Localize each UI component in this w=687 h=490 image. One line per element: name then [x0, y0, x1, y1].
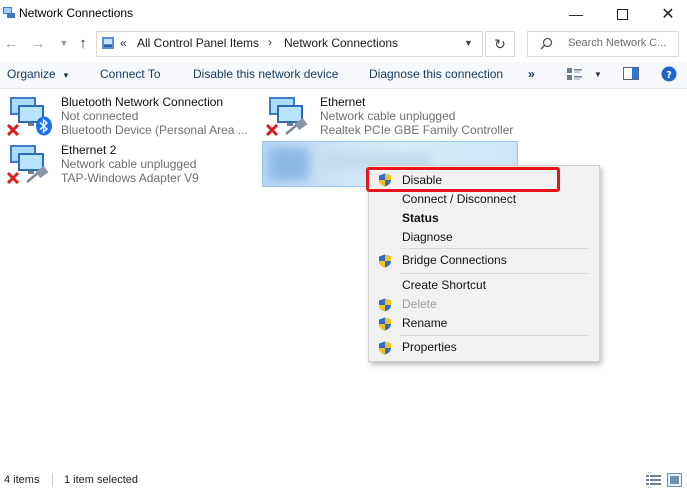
connection-status: Network cable unplugged: [320, 109, 456, 123]
connection-item-ethernet[interactable]: Ethernet Network cable unplugged Realtek…: [263, 92, 523, 138]
selection-count: 1 item selected: [64, 474, 138, 486]
menu-label: Delete: [402, 297, 437, 311]
network-connections-app-icon: [3, 7, 15, 18]
large-icons-view-icon[interactable]: [667, 473, 682, 487]
recent-locations-chevron-icon[interactable]: ▼: [54, 33, 74, 53]
menu-separator: [399, 335, 589, 336]
status-divider: [52, 473, 53, 487]
uac-shield-icon: [379, 341, 391, 355]
up-arrow-icon[interactable]: ↑: [73, 33, 93, 53]
help-icon[interactable]: ?: [661, 66, 677, 82]
menu-label: Status: [402, 211, 439, 225]
menu-label: Bridge Connections: [402, 253, 507, 267]
address-bar[interactable]: « All Control Panel Items › Network Conn…: [96, 31, 483, 57]
preview-pane-icon[interactable]: [623, 67, 639, 80]
address-overflow[interactable]: «: [120, 36, 127, 50]
organize-menu-button[interactable]: Organize ▼: [7, 67, 70, 81]
menu-label: Properties: [402, 340, 457, 354]
svg-text:?: ?: [666, 70, 672, 81]
uac-shield-icon: [379, 298, 391, 312]
menu-separator: [399, 248, 589, 249]
connection-name: Ethernet 2: [61, 143, 117, 157]
view-options-chevron-icon[interactable]: ▼: [594, 70, 602, 79]
connection-name: Ethernet: [320, 95, 366, 109]
breadcrumb-separator[interactable]: ›: [268, 35, 272, 49]
menu-item-status[interactable]: Status: [369, 209, 599, 228]
change-view-icon[interactable]: [567, 67, 583, 81]
search-input[interactable]: [568, 35, 674, 51]
uac-shield-icon: [379, 254, 391, 268]
details-view-icon[interactable]: [646, 474, 662, 486]
control-panel-icon: [102, 37, 114, 49]
menu-item-diagnose[interactable]: Diagnose: [369, 228, 599, 247]
menu-item-create-shortcut[interactable]: Create Shortcut: [369, 276, 599, 295]
more-commands-button[interactable]: »: [528, 67, 535, 81]
bluetooth-icon: [36, 116, 52, 136]
disconnected-x-icon: [6, 171, 20, 185]
disable-device-button[interactable]: Disable this network device: [193, 67, 338, 81]
organize-chevron-icon: ▼: [62, 71, 70, 80]
minimize-button[interactable]: —: [553, 0, 599, 28]
connection-item-bluetooth[interactable]: Bluetooth Network Connection Not connect…: [4, 92, 259, 138]
refresh-button[interactable]: ↻: [485, 31, 515, 57]
breadcrumb-network-connections[interactable]: Network Connections: [284, 36, 398, 50]
item-count: 4 items: [4, 474, 40, 486]
context-menu: Disable Connect / Disconnect Status Diag…: [366, 165, 600, 362]
connection-device: TAP-Windows Adapter V9: [61, 171, 199, 185]
connection-device: Bluetooth Device (Personal Area ...: [61, 123, 248, 137]
menu-item-delete[interactable]: Delete: [369, 295, 599, 314]
connection-status: Network cable unplugged: [61, 157, 197, 171]
connection-name: Bluetooth Network Connection: [61, 95, 224, 109]
connection-device: Realtek PCIe GBE Family Controller: [320, 123, 514, 137]
menu-item-bridge-connections[interactable]: Bridge Connections: [369, 251, 599, 270]
highlight-box: [366, 167, 560, 192]
disconnected-x-icon: [6, 123, 20, 137]
menu-label: Diagnose: [402, 230, 453, 244]
menu-label: Rename: [402, 316, 448, 330]
disconnected-x-icon: [265, 123, 279, 137]
forward-arrow-icon[interactable]: →: [28, 33, 48, 53]
network-cable-icon: [285, 118, 308, 135]
connection-item-ethernet-2[interactable]: Ethernet 2 Network cable unplugged TAP-W…: [4, 140, 259, 186]
diagnose-connection-button[interactable]: Diagnose this connection: [369, 67, 503, 81]
menu-separator: [399, 273, 589, 274]
menu-label: Connect / Disconnect: [402, 192, 517, 206]
window-title: Network Connections: [19, 6, 134, 20]
menu-item-rename[interactable]: Rename: [369, 314, 599, 333]
network-cable-icon: [26, 166, 49, 183]
blurred-adapter-icon: [269, 148, 309, 180]
address-dropdown-chevron-icon[interactable]: ▼: [464, 38, 473, 48]
connect-to-button[interactable]: Connect To: [100, 67, 161, 81]
connection-status: Not connected: [61, 109, 139, 123]
maximize-button[interactable]: [599, 0, 645, 28]
search-icon: [540, 37, 553, 50]
back-arrow-icon[interactable]: ←: [1, 33, 21, 53]
menu-item-connect-disconnect[interactable]: Connect / Disconnect: [369, 190, 599, 209]
search-box[interactable]: [527, 31, 679, 57]
menu-label: Create Shortcut: [402, 278, 487, 292]
organize-label: Organize: [7, 67, 56, 81]
menu-item-properties[interactable]: Properties: [369, 338, 599, 357]
close-button[interactable]: ✕: [645, 0, 687, 28]
breadcrumb-all-control-panel-items[interactable]: All Control Panel Items: [137, 36, 259, 50]
uac-shield-icon: [379, 317, 391, 331]
